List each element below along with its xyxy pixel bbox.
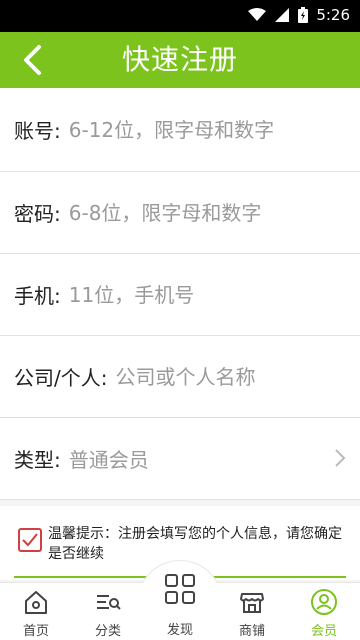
chevron-right-icon — [335, 449, 346, 467]
account-row: 账号: — [0, 88, 360, 172]
status-icons: 5:26 — [248, 6, 350, 24]
company-label: 公司/个人: — [14, 366, 108, 390]
type-select[interactable]: 普通会员 — [69, 444, 319, 473]
category-icon — [97, 595, 121, 610]
page-title: 快速注册 — [121, 43, 238, 76]
nav-home[interactable]: 首页 — [0, 583, 72, 640]
signal-icon — [275, 8, 290, 22]
home-icon — [25, 591, 47, 614]
phone-label: 手机: — [14, 284, 61, 308]
discover-icon — [165, 574, 195, 604]
company-row: 公司/个人: — [0, 336, 360, 418]
type-label: 类型: — [14, 448, 61, 472]
member-icon — [311, 589, 337, 615]
account-label: 账号: — [14, 119, 61, 143]
status-bar: 5:26 — [0, 0, 360, 32]
notice-text: 温馨提示：注册会填写您的个人信息，请您确定是否继续 — [48, 526, 342, 562]
registration-form: 账号: 密码: 手机: 公司/个人: 类型: 普通会员 — [0, 88, 360, 500]
password-input[interactable] — [68, 200, 319, 225]
nav-discover-label[interactable]: 发现 — [130, 619, 230, 638]
agree-checkbox[interactable] — [18, 528, 42, 552]
shop-icon — [240, 593, 264, 613]
status-time: 5:26 — [316, 6, 350, 24]
password-label: 密码: — [14, 202, 61, 226]
phone-row: 手机: — [0, 254, 360, 336]
check-icon — [22, 533, 38, 547]
phone-input[interactable] — [68, 282, 319, 307]
nav-home-label: 首页 — [22, 624, 49, 639]
account-input[interactable] — [68, 117, 319, 142]
password-row: 密码: — [0, 172, 360, 254]
nav-member-label: 会员 — [310, 624, 337, 639]
wifi-icon — [248, 8, 267, 21]
nav-member[interactable]: 会员 — [288, 583, 360, 640]
type-row[interactable]: 类型: 普通会员 — [0, 418, 360, 500]
battery-icon — [298, 7, 309, 23]
app-header: 快速注册 — [0, 32, 360, 88]
company-input[interactable] — [115, 364, 316, 389]
